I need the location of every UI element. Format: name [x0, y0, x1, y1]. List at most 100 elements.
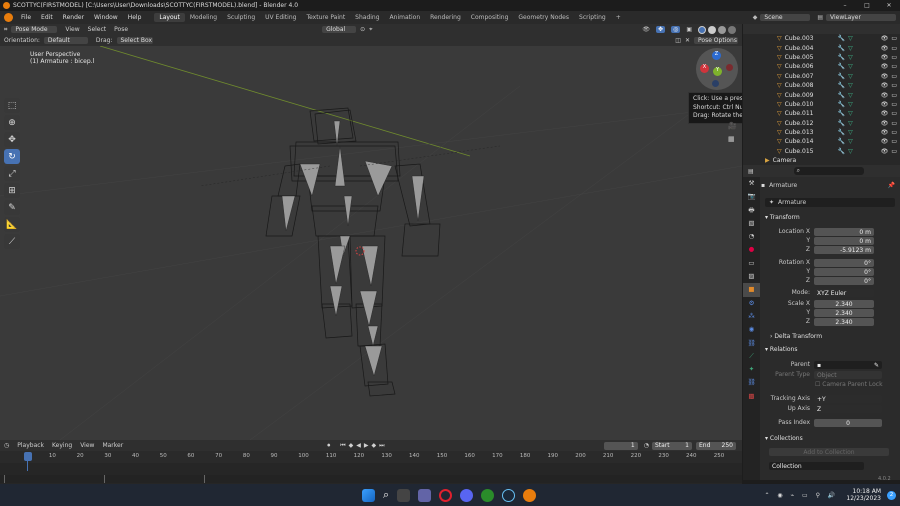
tool-tab-icon[interactable]: ⚒ — [743, 177, 760, 190]
frame-ruler[interactable]: 1102030405060708090100110120130140150160… — [0, 451, 742, 463]
scale-tool-icon[interactable]: ⤢ — [4, 166, 20, 181]
scale-x-field[interactable]: 2.340 — [814, 300, 874, 308]
keying-menu[interactable]: Keying — [48, 442, 76, 449]
tab-texture-paint[interactable]: Texture Paint — [301, 13, 350, 22]
outliner-item[interactable]: ▽ Cube.006 🔧 ▽ 👁 ▭ — [743, 62, 900, 71]
current-frame-field[interactable]: 1 — [603, 441, 638, 450]
gizmo-toggle-icon[interactable]: ✥ — [656, 26, 666, 33]
outliner-item[interactable]: ▽ Cube.009 🔧 ▽ 👁 ▭ — [743, 90, 900, 99]
visibility-toggle-icon[interactable]: 👁 — [881, 45, 889, 52]
data-tab-icon[interactable]: ⟋ — [743, 350, 760, 363]
orientation-selector[interactable]: Default — [43, 37, 88, 44]
close-button[interactable]: ✕ — [878, 2, 900, 9]
physics-tab-icon[interactable]: ◉ — [743, 323, 760, 336]
visibility-toggle-icon[interactable]: 👁 — [881, 82, 889, 89]
timeline-editor-icon[interactable]: ◷ — [4, 442, 9, 449]
bone-size-tool-icon[interactable]: ⟋ — [4, 234, 20, 249]
editor-type-icon[interactable]: ⌗ — [4, 26, 7, 34]
render-toggle-icon[interactable]: ▭ — [891, 82, 897, 89]
tab-sculpting[interactable]: Sculpting — [222, 13, 260, 22]
tray-icons[interactable]: ⌃ ◉ ⌁ ▭ ⚲ 🔊 — [764, 492, 838, 499]
visibility-toggle-icon[interactable]: 👁 — [881, 120, 889, 127]
viewport-canvas[interactable] — [0, 46, 742, 440]
scene-selector[interactable]: Scene — [760, 14, 811, 21]
marker-menu[interactable]: Marker — [98, 442, 127, 449]
navigation-gizmo[interactable]: Z X Y — [696, 48, 738, 90]
location-x-field[interactable]: 0 m — [814, 228, 874, 236]
render-toggle-icon[interactable]: ▭ — [891, 63, 897, 70]
collections-panel-header[interactable]: ▾ Collections — [765, 435, 803, 442]
menu-select[interactable]: Select — [84, 26, 111, 33]
drag-selector[interactable]: Select Box — [116, 37, 153, 44]
collection-name-field[interactable]: Collection — [769, 462, 864, 470]
render-toggle-icon[interactable]: ▭ — [891, 45, 897, 52]
play-icon[interactable]: ▶ — [364, 442, 369, 449]
render-toggle-icon[interactable]: ▭ — [891, 129, 897, 136]
add-workspace-button[interactable]: + — [611, 13, 626, 22]
outliner-item[interactable]: ▽ Cube.013 🔧 ▽ 👁 ▭ — [743, 128, 900, 137]
minimize-button[interactable]: – — [834, 2, 856, 9]
shading-wireframe-icon[interactable] — [698, 25, 706, 34]
rotation-z-field[interactable]: 0° — [814, 277, 874, 285]
add-to-collection-button[interactable]: Add to Collection — [769, 448, 889, 456]
texture-tab-icon[interactable]: ▨ — [743, 270, 760, 283]
maximize-button[interactable]: □ — [856, 2, 878, 9]
render-toggle-icon[interactable]: ▭ — [891, 35, 897, 42]
up-axis-dropdown[interactable]: Z — [814, 405, 882, 413]
opera-icon[interactable] — [439, 488, 453, 502]
render-toggle-icon[interactable]: ▭ — [891, 110, 897, 117]
visibility-toggle-icon[interactable]: 👁 — [881, 110, 889, 117]
properties-search-icon[interactable]: ⌕ — [793, 167, 864, 175]
constraints-tab-icon[interactable]: ⛓ — [743, 337, 760, 350]
shading-material-icon[interactable] — [718, 25, 726, 34]
record-icon[interactable]: ⏺ — [327, 442, 330, 450]
outliner-item[interactable]: ▽ Cube.015 🔧 ▽ 👁 ▭ — [743, 147, 900, 156]
playback-menu[interactable]: Playback — [13, 442, 48, 449]
play-reverse-icon[interactable]: ◀ — [356, 442, 361, 449]
render-tab-icon[interactable]: 📷 — [743, 190, 760, 203]
timeline-scrollbar[interactable] — [0, 475, 742, 483]
rotate-tool-icon[interactable]: ↻ — [4, 149, 20, 164]
visibility-toggle-icon[interactable]: 👁 — [881, 129, 889, 136]
pass-index-field[interactable]: 0 — [814, 419, 882, 427]
tab-animation[interactable]: Animation — [385, 13, 426, 22]
tab-scripting[interactable]: Scripting — [574, 13, 611, 22]
visibility-icon[interactable]: 👁 — [642, 26, 650, 33]
render-toggle-icon[interactable]: ▭ — [891, 101, 897, 108]
xbox-icon[interactable] — [481, 488, 495, 502]
pin-icon[interactable]: 📌 — [888, 182, 895, 189]
location-z-field[interactable]: -5.9123 m — [814, 246, 874, 254]
playhead[interactable] — [24, 452, 32, 461]
scene-tab-icon[interactable]: ◔ — [743, 230, 760, 243]
rotation-mode-dropdown[interactable]: XYZ Euler — [814, 289, 874, 297]
pivot-icon[interactable]: ⊙ — [360, 26, 365, 33]
particles-tab-icon[interactable]: ⁂ — [743, 310, 760, 323]
visibility-toggle-icon[interactable]: 👁 — [881, 138, 889, 145]
visibility-toggle-icon[interactable]: 👁 — [881, 148, 889, 155]
teams-icon[interactable] — [418, 488, 432, 502]
world-tab-icon[interactable]: ● — [743, 243, 760, 256]
bone-tab-icon[interactable]: ✦ — [743, 363, 760, 376]
gizmo-x-axis[interactable]: X — [700, 64, 709, 73]
parent-field[interactable]: ▪ ✎ — [814, 361, 882, 369]
outliner-item[interactable]: ▽ Cube.005 🔧 ▽ 👁 ▭ — [743, 53, 900, 62]
jump-end-icon[interactable]: ⏭ — [379, 442, 384, 450]
start-menu-icon[interactable] — [362, 488, 375, 502]
cursor-tool-icon[interactable]: ⊕ — [4, 115, 20, 130]
scale-y-field[interactable]: 2.340 — [814, 309, 874, 317]
menu-window[interactable]: Window — [89, 14, 123, 21]
menu-help[interactable]: Help — [123, 14, 147, 21]
outliner-item[interactable]: ▽ Cube.003 🔧 ▽ 👁 ▭ — [743, 34, 900, 43]
view-layer-tab-icon[interactable]: ▧ — [743, 217, 760, 230]
visibility-toggle-icon[interactable]: 👁 — [881, 35, 889, 42]
properties-type-icon[interactable]: ▤ — [748, 168, 754, 175]
rotation-x-field[interactable]: 0° — [814, 259, 874, 267]
prev-key-icon[interactable]: ◆ — [349, 442, 354, 449]
visibility-toggle-icon[interactable]: 👁 — [881, 101, 889, 108]
transform-tool-icon[interactable]: ⊞ — [4, 183, 20, 198]
blender-taskbar-icon[interactable] — [523, 488, 537, 502]
notification-badge[interactable]: 2 — [887, 490, 896, 500]
menu-pose[interactable]: Pose — [110, 26, 132, 33]
transform-panel-header[interactable]: ▾ Transform — [765, 214, 800, 221]
render-toggle-icon[interactable]: ▭ — [891, 138, 897, 145]
